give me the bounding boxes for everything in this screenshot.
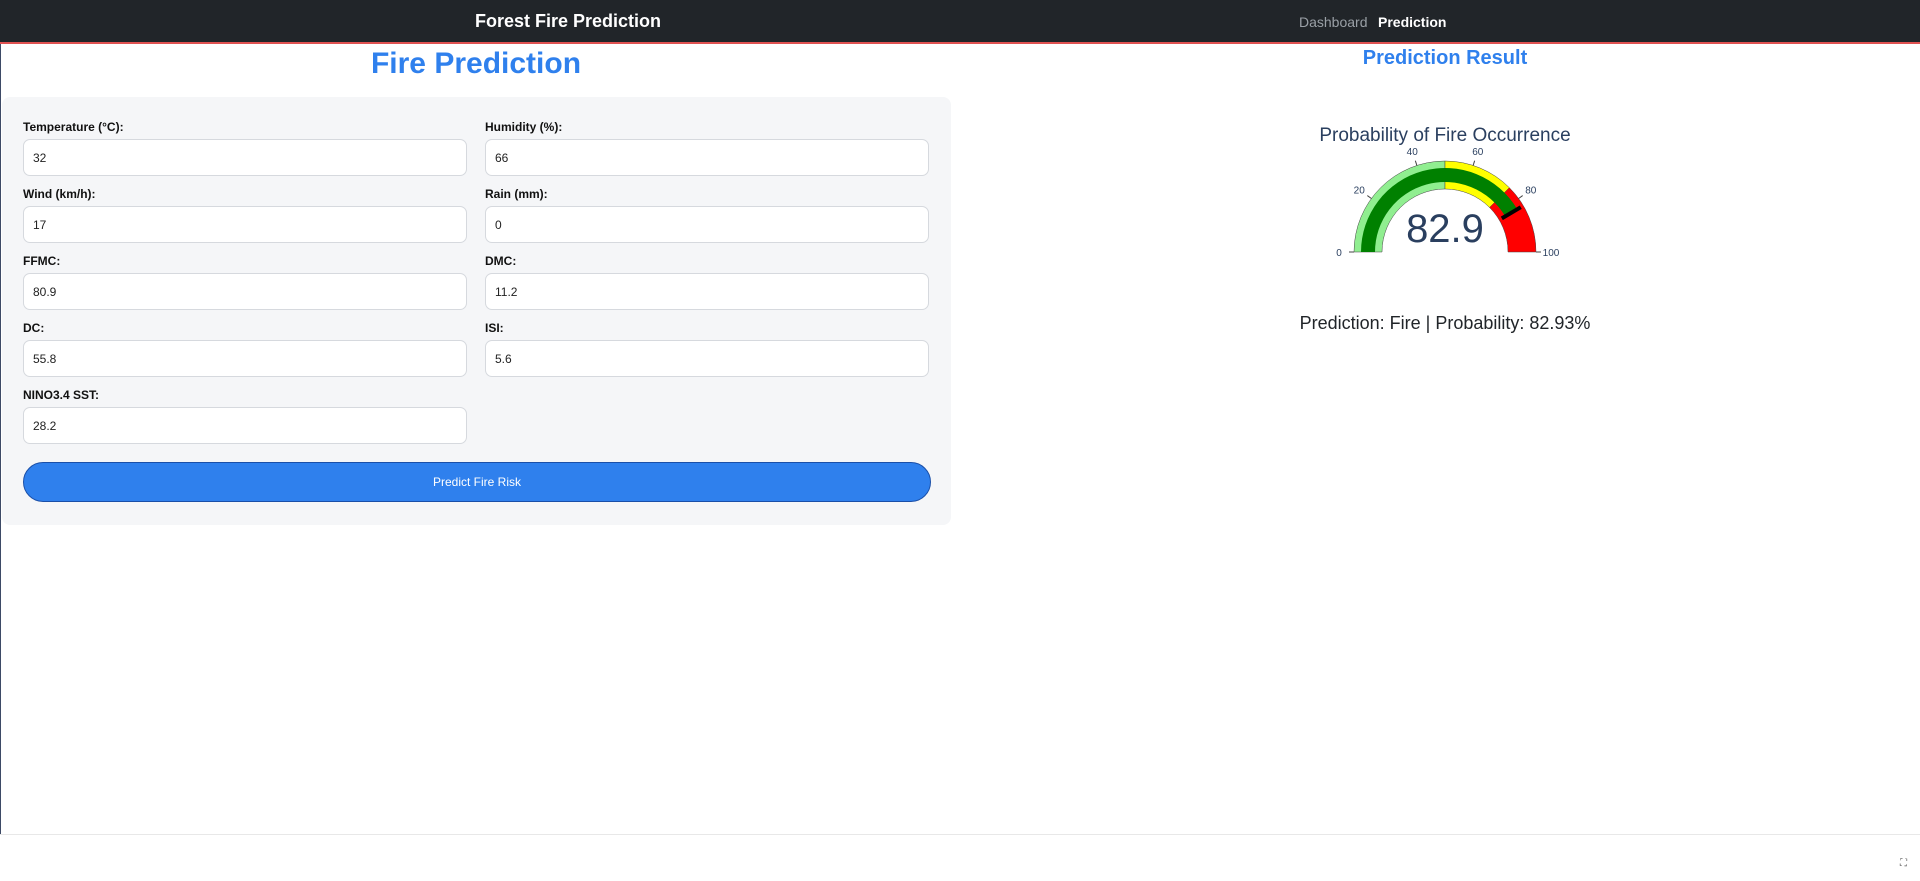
- humidity-label: Humidity (%):: [485, 120, 563, 134]
- gauge-tick-label-20: 20: [1354, 186, 1366, 197]
- isi-input[interactable]: [485, 340, 929, 377]
- prediction-result-title: Prediction Result: [1362, 47, 1528, 69]
- rain-field-group: Rain (mm):: [485, 187, 929, 243]
- prediction-result-text: Prediction: Fire | Probability: 82.93%: [1299, 313, 1591, 333]
- gauge-title: Probability of Fire Occurrence: [1319, 125, 1570, 146]
- fullscreen-toggle-icon[interactable]: ⛶: [1900, 858, 1912, 870]
- gauge-tick-label-100: 100: [1543, 248, 1560, 259]
- nav-link-dashboard[interactable]: Dashboard: [1299, 14, 1368, 30]
- wind-input[interactable]: [23, 206, 467, 243]
- nino-sst-input[interactable]: [23, 407, 467, 444]
- wind-field-group: Wind (km/h):: [23, 187, 467, 243]
- gauge-tick-mark-60: [1472, 160, 1476, 166]
- dmc-input[interactable]: [485, 273, 929, 310]
- predict-fire-risk-button[interactable]: Predict Fire Risk: [23, 462, 931, 502]
- ffmc-input[interactable]: [23, 273, 467, 310]
- ffmc-label: FFMC:: [23, 254, 61, 268]
- rain-label: Rain (mm):: [485, 187, 548, 201]
- fire-prediction-title: Fire Prediction: [370, 47, 582, 80]
- dc-input[interactable]: [23, 340, 467, 377]
- fire-probability-gauge: Probability of Fire Occurrence 0 20 40 60 80…: [1319, 125, 1570, 259]
- page-bottom-divider: [0, 834, 1920, 835]
- navbar-brand[interactable]: Forest Fire Prediction: [475, 11, 661, 32]
- page-left-border: [0, 44, 1, 834]
- gauge-tick-label-80: 80: [1525, 186, 1537, 197]
- gauge-value-number: 82.9: [1406, 207, 1484, 251]
- temperature-field-group: Temperature (°C):: [23, 120, 467, 176]
- gauge-tick-mark-40: [1414, 160, 1418, 166]
- isi-field-group: ISI:: [485, 321, 929, 377]
- top-navbar: Forest Fire Prediction Dashboard Predict…: [0, 0, 1920, 44]
- ffmc-field-group: FFMC:: [23, 254, 467, 310]
- nino-sst-field-group: NINO3.4 SST:: [23, 388, 467, 444]
- temperature-input[interactable]: [23, 139, 467, 176]
- humidity-field-group: Humidity (%):: [485, 120, 929, 176]
- dmc-label: DMC:: [485, 254, 517, 268]
- wind-label: Wind (km/h):: [23, 187, 96, 201]
- temperature-label: Temperature (°C):: [23, 120, 124, 134]
- isi-label: ISI:: [485, 321, 504, 335]
- gauge-tick-mark-20: [1367, 195, 1372, 199]
- nino-sst-label: NINO3.4 SST:: [23, 388, 100, 402]
- gauge-tick-label-0: 0: [1336, 248, 1342, 259]
- gauge-tick-label-40: 40: [1407, 147, 1419, 158]
- rain-input[interactable]: [485, 206, 929, 243]
- dmc-field-group: DMC:: [485, 254, 929, 310]
- dc-field-group: DC:: [23, 321, 467, 377]
- humidity-input[interactable]: [485, 139, 929, 176]
- gauge-tick-label-60: 60: [1472, 147, 1484, 158]
- dc-label: DC:: [23, 321, 45, 335]
- gauge-tick-mark-80: [1518, 195, 1523, 199]
- nav-link-prediction[interactable]: Prediction: [1378, 14, 1446, 30]
